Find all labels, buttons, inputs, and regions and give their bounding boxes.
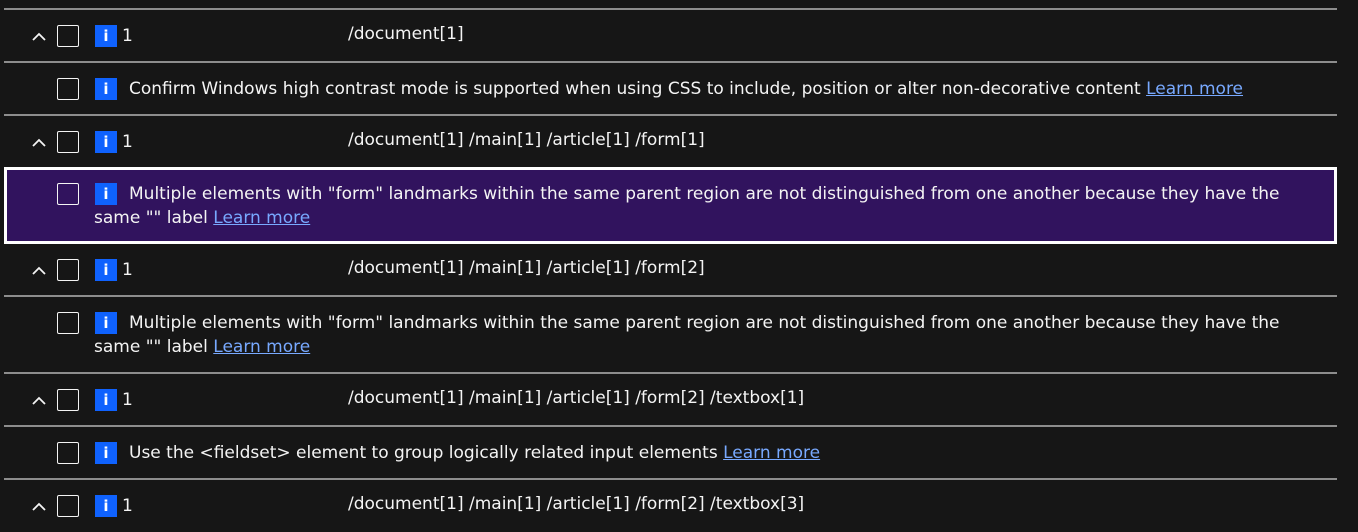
chevron-up-icon[interactable] [32,500,46,514]
issue-text: Use the <fieldset> element to group logi… [129,443,718,463]
info-icon: i [95,25,117,47]
issue-checkbox[interactable] [57,442,79,464]
issue-row[interactable]: i Confirm Windows high contrast mode is … [4,63,1337,114]
info-icon: i [95,131,117,153]
group-row[interactable]: i 1 /document[1] /main[1] /article[1] /f… [4,244,1337,295]
chevron-up-icon[interactable] [32,136,46,150]
issue-count: 1 [122,496,133,516]
xpath-label: /document[1] /main[1] /article[1] /form[… [348,130,705,150]
issue-message: Confirm Windows high contrast mode is su… [94,77,1287,101]
issue-count: 1 [122,260,133,280]
issue-count: 1 [122,26,133,46]
info-icon: i [95,495,117,517]
chevron-up-icon[interactable] [32,264,46,278]
group-checkbox[interactable] [57,131,79,153]
chevron-up-icon[interactable] [32,30,46,44]
issue-row[interactable]: i Multiple elements with "form" landmark… [4,297,1337,372]
issue-checkbox[interactable] [57,78,79,100]
issue-row[interactable]: i Use the <fieldset> element to group lo… [4,427,1337,478]
issue-checkbox[interactable] [57,183,79,205]
group-row[interactable]: i 1 /document[1] /main[1] /article[1] /f… [4,116,1337,167]
issue-count: 1 [122,390,133,410]
xpath-label: /document[1] /main[1] /article[1] /form[… [348,494,805,514]
issue-message: Multiple elements with "form" landmarks … [94,311,1287,359]
xpath-label: /document[1] /main[1] /article[1] /form[… [348,258,705,278]
info-icon: i [95,389,117,411]
learn-more-link[interactable]: Learn more [213,208,310,228]
group-row[interactable]: i 1 /document[1] /main[1] /article[1] /f… [4,374,1337,425]
learn-more-link[interactable]: Learn more [1146,79,1243,99]
xpath-label: /document[1] [348,24,464,44]
group-checkbox[interactable] [57,389,79,411]
group-checkbox[interactable] [57,259,79,281]
learn-more-link[interactable]: Learn more [723,443,820,463]
xpath-label: /document[1] /main[1] /article[1] /form[… [348,388,805,408]
issue-text: Confirm Windows high contrast mode is su… [129,79,1141,99]
group-row[interactable]: i 1 /document[1] /main[1] /article[1] /f… [4,480,1337,531]
group-checkbox[interactable] [57,25,79,47]
issue-checkbox[interactable] [57,312,79,334]
chevron-up-icon[interactable] [32,394,46,408]
learn-more-link[interactable]: Learn more [213,337,310,357]
issue-message: Use the <fieldset> element to group logi… [94,441,1287,465]
issue-count: 1 [122,132,133,152]
issue-message: Multiple elements with "form" landmarks … [94,182,1284,230]
info-icon: i [95,259,117,281]
issue-row-selected[interactable]: i Multiple elements with "form" landmark… [4,167,1337,244]
issue-list: i 1 /document[1] i Confirm Windows high … [4,8,1337,531]
group-row[interactable]: i 1 /document[1] [4,10,1337,61]
group-checkbox[interactable] [57,495,79,517]
